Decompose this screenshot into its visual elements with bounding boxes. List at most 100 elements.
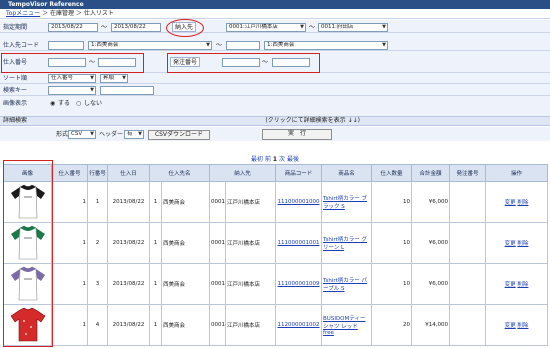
header-select[interactable]: 有 — [124, 130, 144, 139]
purchase-number-cell: 1 — [51, 181, 88, 223]
column-header-line-number: 行番号 — [87, 164, 108, 182]
order-number-cell — [449, 304, 487, 346]
edit-link[interactable]: 変更 — [505, 200, 516, 206]
purchase-date-cell: 2013/08/22 — [107, 263, 150, 305]
pager-prev-link[interactable]: 前 — [265, 156, 271, 163]
table-row: 1 2 2013/08/22 1 西美商会 0001 江戸川橋本店 111000… — [3, 222, 549, 264]
actions-cell: 変更 削除 — [485, 304, 549, 346]
quantity-cell: 10 — [371, 263, 413, 305]
product-name-link[interactable]: Tshirt柄カラー パープル S — [323, 278, 367, 292]
destination-code-cell: 0001 — [209, 181, 227, 223]
breadcrumb-separator: ＞ — [73, 10, 84, 17]
highlight-box — [167, 53, 320, 73]
date-range-label: 指定期間 — [3, 24, 28, 31]
supplier-name-cell: 西美商会 — [160, 263, 211, 305]
purchase-date-cell: 2013/08/22 — [107, 222, 150, 264]
pager-next-link[interactable]: 次 — [279, 156, 285, 163]
search-key-input[interactable] — [100, 86, 154, 95]
product-code-link[interactable]: 111000001000 — [278, 199, 320, 205]
column-header-destination: 納入先 — [209, 164, 277, 182]
date-range-row: 指定期間 2013/08/22 ～ 2013/08/22 納入先 0001:江戸… — [0, 22, 550, 33]
column-header-order-number: 発注番号 — [449, 164, 487, 182]
date-to-input[interactable]: 2013/08/22 — [111, 23, 161, 32]
header-label: ヘッダー — [99, 131, 124, 138]
image-display-label: 画像表示 — [3, 100, 28, 107]
destination-from-select[interactable]: 0001:江戸川橋本店 — [226, 23, 306, 32]
pager-current-page: 1 — [272, 156, 278, 163]
product-name-cell: Tshirt柄カラー ブラック S — [321, 181, 373, 223]
product-name-cell: BUSIDOMティーシャツ レッド free — [321, 304, 373, 346]
column-header-actions: 操作 — [485, 164, 549, 182]
format-select[interactable]: CSV — [68, 130, 96, 139]
image-display-on-radio[interactable]: ◉ — [50, 99, 55, 108]
delete-link[interactable]: 削除 — [517, 323, 528, 329]
column-header-quantity: 仕入数量 — [371, 164, 413, 182]
breadcrumb-section: 在庫管理 — [49, 10, 74, 17]
supplier-to-select[interactable]: 1:西美商会 — [264, 41, 388, 50]
destination-name-cell: 江戸川橋本店 — [225, 304, 277, 346]
sort-direction-select[interactable]: 昇順 — [100, 74, 128, 83]
keyword-row: 検索キー — [0, 85, 550, 96]
edit-link[interactable]: 変更 — [505, 323, 516, 329]
search-key-select[interactable] — [48, 86, 96, 95]
product-code-link[interactable]: 112000001002 — [278, 322, 320, 328]
destination-name-cell: 江戸川橋本店 — [225, 263, 277, 305]
supplier-code-cell: 1 — [149, 263, 162, 305]
delete-link[interactable]: 削除 — [517, 200, 528, 206]
column-header-total-amount: 合計金額 — [411, 164, 451, 182]
pager-first-link[interactable]: 最初 — [251, 156, 263, 163]
product-code-link[interactable]: 111000001001 — [278, 240, 320, 246]
supplier-name-cell: 西美商会 — [160, 181, 211, 223]
csv-download-button[interactable]: CSVダウンロード — [148, 130, 210, 140]
pager-last-link[interactable]: 最後 — [287, 156, 299, 163]
destination-name-cell: 江戸川橋本店 — [225, 222, 277, 264]
product-name-link[interactable]: BUSIDOMティーシャツ レッド free — [323, 316, 365, 336]
quantity-cell: 10 — [371, 181, 413, 223]
detail-search-hint: (クリックにて詳細検索を表示 ↓↓) — [265, 117, 360, 124]
supplier-code-from-input[interactable] — [48, 41, 84, 50]
delete-link[interactable]: 削除 — [517, 241, 528, 247]
product-name-cell: Tshirt柄カラー パープル S — [321, 263, 373, 305]
quantity-cell: 20 — [371, 304, 413, 346]
purchase-number-cell: 1 — [51, 304, 88, 346]
product-name-link[interactable]: Tshirt柄カラー グリーン L — [323, 237, 367, 251]
purchase-number-cell: 1 — [51, 222, 88, 264]
supplier-code-cell: 1 — [149, 222, 162, 264]
date-from-input[interactable]: 2013/08/22 — [48, 23, 98, 32]
image-display-off-radio[interactable]: ○ — [76, 99, 81, 108]
column-header-purchase-date: 仕入日 — [107, 164, 150, 182]
highlight-box — [3, 160, 53, 347]
supplier-code-to-input[interactable] — [226, 41, 260, 50]
execute-button[interactable]: 実 行 — [262, 129, 332, 140]
order-number-cell — [449, 181, 487, 223]
supplier-from-select[interactable]: 1:西美商会 — [88, 41, 212, 50]
breadcrumb-separator: ＞ — [40, 10, 50, 17]
product-code-cell: 111000001001 — [275, 222, 323, 264]
destination-code-cell: 0001 — [209, 222, 227, 264]
delete-link[interactable]: 削除 — [517, 282, 528, 288]
actions-cell: 変更 削除 — [485, 222, 549, 264]
purchase-date-cell: 2013/08/22 — [107, 304, 150, 346]
table-row: 1 4 2013/08/22 1 西美商会 0001 江戸川橋本店 112000… — [3, 304, 549, 346]
image-display-on-label: する — [58, 100, 71, 107]
destination-to-select[interactable]: 0011:府田店 — [318, 23, 388, 32]
line-number-cell: 4 — [87, 304, 108, 346]
breadcrumb-home-link[interactable]: Topメニュー — [6, 10, 40, 17]
app-title-bar: TempoVisor Reference — [0, 0, 550, 9]
breadcrumb-current-page: 仕入リスト — [83, 10, 114, 17]
sort-field-select[interactable]: 仕入番号 — [48, 74, 96, 83]
product-code-cell: 111000001009 — [275, 263, 323, 305]
detail-search-toggle[interactable]: 詳細検索 (クリックにて詳細検索を表示 ↓↓) — [0, 116, 550, 126]
edit-link[interactable]: 変更 — [505, 241, 516, 247]
product-name-cell: Tshirt柄カラー グリーン L — [321, 222, 373, 264]
product-code-link[interactable]: 111000001009 — [278, 281, 320, 287]
total-amount-cell: ¥6,000 — [411, 222, 451, 264]
highlight-box — [1, 53, 144, 73]
quantity-cell: 10 — [371, 222, 413, 264]
edit-link[interactable]: 変更 — [505, 282, 516, 288]
tilde: ～ — [101, 24, 108, 31]
breadcrumb: Topメニュー ＞ 在庫管理 ＞ 仕入リスト — [0, 9, 550, 19]
line-number-cell: 3 — [87, 263, 108, 305]
product-name-link[interactable]: Tshirt柄カラー ブラック S — [323, 196, 367, 210]
column-header-purchase-number: 仕入番号 — [51, 164, 88, 182]
